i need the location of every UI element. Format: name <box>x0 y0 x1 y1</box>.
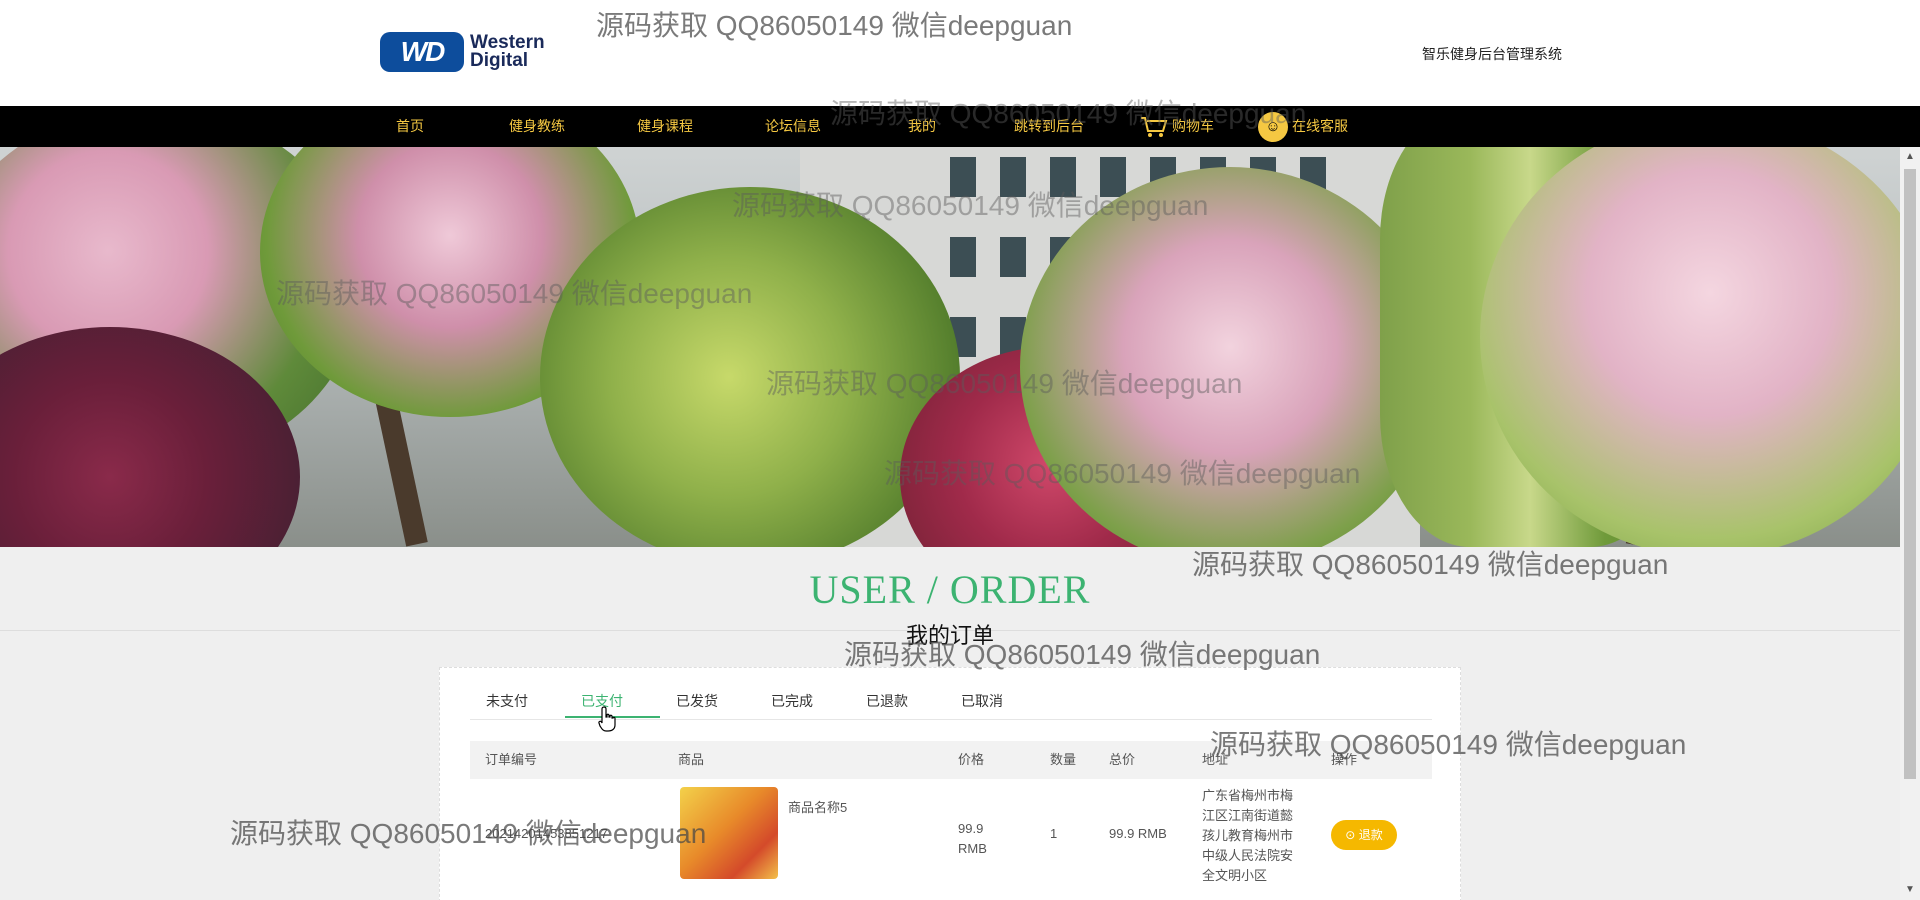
order-number: 20214201453851217 <box>485 826 608 841</box>
nav-admin-jump[interactable]: 跳转到后台 <box>1014 106 1084 147</box>
page-scrollbar[interactable]: ▲ ▼ <box>1900 147 1920 900</box>
tab-shipped[interactable]: 已发货 <box>660 684 755 718</box>
nav-online-service[interactable]: ☺ 在线客服 <box>1258 106 1348 147</box>
nav-cart[interactable]: 购物车 <box>1140 106 1214 147</box>
col-action: 操作 <box>1331 752 1358 767</box>
cart-icon <box>1141 117 1168 138</box>
yen-icon: ⊙ <box>1345 828 1359 842</box>
product-price: 99.9 RMB <box>958 821 987 856</box>
nav-service-label: 在线客服 <box>1292 118 1348 134</box>
tab-cancelled[interactable]: 已取消 <box>945 684 1040 718</box>
customer-service-icon: ☺ <box>1258 112 1288 143</box>
order-total: 99.9 RMB <box>1109 826 1167 841</box>
section-title: USER / ORDER <box>809 567 1091 612</box>
refund-label: 退款 <box>1358 828 1383 842</box>
tab-refunded[interactable]: 已退款 <box>850 684 945 718</box>
scroll-thumb[interactable] <box>1904 169 1916 779</box>
col-quantity: 数量 <box>1050 752 1077 767</box>
logo-mark: WD <box>380 32 464 72</box>
brand-logo[interactable]: WD Western Digital <box>380 32 545 72</box>
col-order-no: 订单编号 <box>485 752 538 767</box>
scroll-down-arrow-icon[interactable]: ▼ <box>1900 880 1920 900</box>
scroll-up-arrow-icon[interactable]: ▲ <box>1900 147 1920 167</box>
nav-cart-label: 购物车 <box>1172 118 1214 134</box>
orders-table-header: 订单编号 商品 价格 数量 总价 地址 操作 <box>470 741 1432 779</box>
product-name[interactable]: 商品名称5 <box>788 797 847 816</box>
tab-unpaid[interactable]: 未支付 <box>470 684 565 718</box>
col-address: 地址 <box>1202 752 1229 767</box>
nav-coaches[interactable]: 健身教练 <box>509 106 565 147</box>
logo-wordmark: Western Digital <box>470 32 545 71</box>
table-row: 20214201453851217 商品名称5 99.9 RMB 1 99.9 … <box>470 779 1432 889</box>
tab-completed[interactable]: 已完成 <box>755 684 850 718</box>
nav-home[interactable]: 首页 <box>396 106 424 147</box>
section-subtitle: 我的订单 <box>905 623 994 648</box>
shipping-address: 广东省梅州市梅江区江南街道懿孩儿教育梅州市中级人民法院安全文明小区 <box>1202 788 1294 883</box>
refund-button[interactable]: ⊙ 退款 <box>1331 820 1397 850</box>
product-quantity: 1 <box>1050 826 1058 841</box>
nav-mine[interactable]: 我的 <box>908 106 936 147</box>
main-navbar: 首页 健身教练 健身课程 论坛信息 我的 跳转到后台 购物车 ☺ 在线客服 <box>0 106 1920 147</box>
col-total: 总价 <box>1109 752 1136 767</box>
col-price: 价格 <box>958 752 985 767</box>
top-header: WD Western Digital 智乐健身后台管理系统 <box>0 0 1920 106</box>
orders-panel: 未支付 已支付 已发货 已完成 已退款 已取消 订单编号 商品 价格 数量 总价… <box>439 667 1461 900</box>
col-product: 商品 <box>678 752 705 767</box>
system-title[interactable]: 智乐健身后台管理系统 <box>1422 44 1562 64</box>
hand-cursor-icon <box>598 706 616 732</box>
nav-courses[interactable]: 健身课程 <box>637 106 693 147</box>
hero-banner-image <box>0 147 1900 547</box>
order-status-tabs: 未支付 已支付 已发货 已完成 已退款 已取消 <box>470 684 1040 718</box>
product-thumbnail[interactable] <box>680 787 778 879</box>
nav-forum[interactable]: 论坛信息 <box>765 106 821 147</box>
